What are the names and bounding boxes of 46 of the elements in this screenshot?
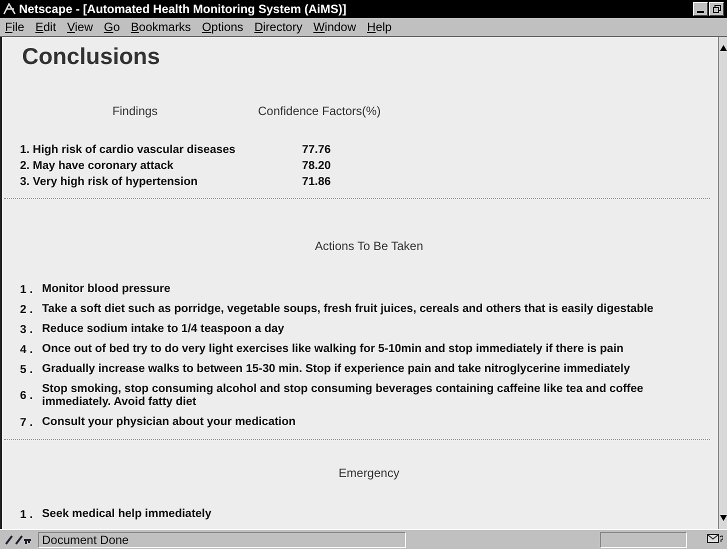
table-cell-text: 77.76 xyxy=(301,144,332,156)
item-number: 2 . xyxy=(20,304,34,316)
item-number: 3 . xyxy=(20,324,34,336)
restore-icon xyxy=(712,5,720,13)
menu-item[interactable]: Bookmarks xyxy=(130,20,191,34)
action-text: Once out of bed try to do very light exercises like walking for 5-10min and stop immediately if there is pain xyxy=(42,343,624,356)
security-key-icon xyxy=(4,534,32,546)
page-heading: Conclusions xyxy=(22,43,162,70)
action-text: Monitor blood pressure xyxy=(42,283,170,296)
menu-item[interactable]: Options xyxy=(202,20,244,34)
action-text: Reduce sodium intake to 1/4 teaspoon a day xyxy=(42,323,284,336)
table-cell-text: 3. Very high risk of hypertension xyxy=(20,176,199,188)
menu-item[interactable]: View xyxy=(67,20,93,34)
item-number: 6 . xyxy=(20,390,34,402)
emergency-text: Seek medical help immediately xyxy=(42,508,212,521)
action-text: Take a soft diet such as porridge, vegetable soups, fresh fruit juices, cereals and others that is easily digestable xyxy=(42,303,654,316)
table-cell-text: 1. High risk of cardio vascular diseases xyxy=(20,144,236,156)
restore-button[interactable] xyxy=(709,2,724,16)
menu-item[interactable]: Window xyxy=(313,20,356,34)
mail-icon[interactable] xyxy=(707,534,723,545)
item-number: 4 . xyxy=(20,344,34,356)
menu-item[interactable]: Help xyxy=(367,20,392,34)
item-number: 1 . xyxy=(20,508,34,520)
menu-item[interactable]: Go xyxy=(104,20,120,34)
column-header: Confidence Factors(%) xyxy=(257,104,382,118)
window-title: Netscape - [Automated Health Monitoring System (AiMS)] xyxy=(19,2,346,16)
table-cell-text: 71.86 xyxy=(301,176,332,188)
table-cell-text: 78.20 xyxy=(301,160,332,172)
item-number: 1 . xyxy=(20,284,34,296)
action-text: Gradually increase walks to between 15-30 min. Stop if experience pain and take nitroglycerine immediately xyxy=(42,363,630,376)
section-title: Actions To Be Taken xyxy=(314,239,424,253)
scroll-down-icon[interactable] xyxy=(720,515,726,521)
column-header: Findings xyxy=(111,104,159,118)
scroll-up-icon[interactable] xyxy=(720,45,726,51)
action-text: Consult your physician about your medication xyxy=(42,416,296,429)
item-number: 7 . xyxy=(20,416,34,428)
minimize-button[interactable] xyxy=(693,2,708,16)
table-cell-text: 2. May have coronary attack xyxy=(20,160,174,172)
status-text: Document Done xyxy=(38,532,406,548)
menu-item[interactable]: Directory xyxy=(254,20,302,34)
menu-item[interactable]: Edit xyxy=(35,20,56,34)
menu-item[interactable]: File xyxy=(5,20,24,34)
action-text: Stop smoking, stop consuming alcohol and stop consuming beverages containing caffeine like tea and coffee immediately. Avoid fatty diet xyxy=(42,383,644,409)
app-logo-icon xyxy=(3,3,16,15)
section-title: Emergency xyxy=(338,466,400,480)
item-number: 5 . xyxy=(20,364,34,376)
